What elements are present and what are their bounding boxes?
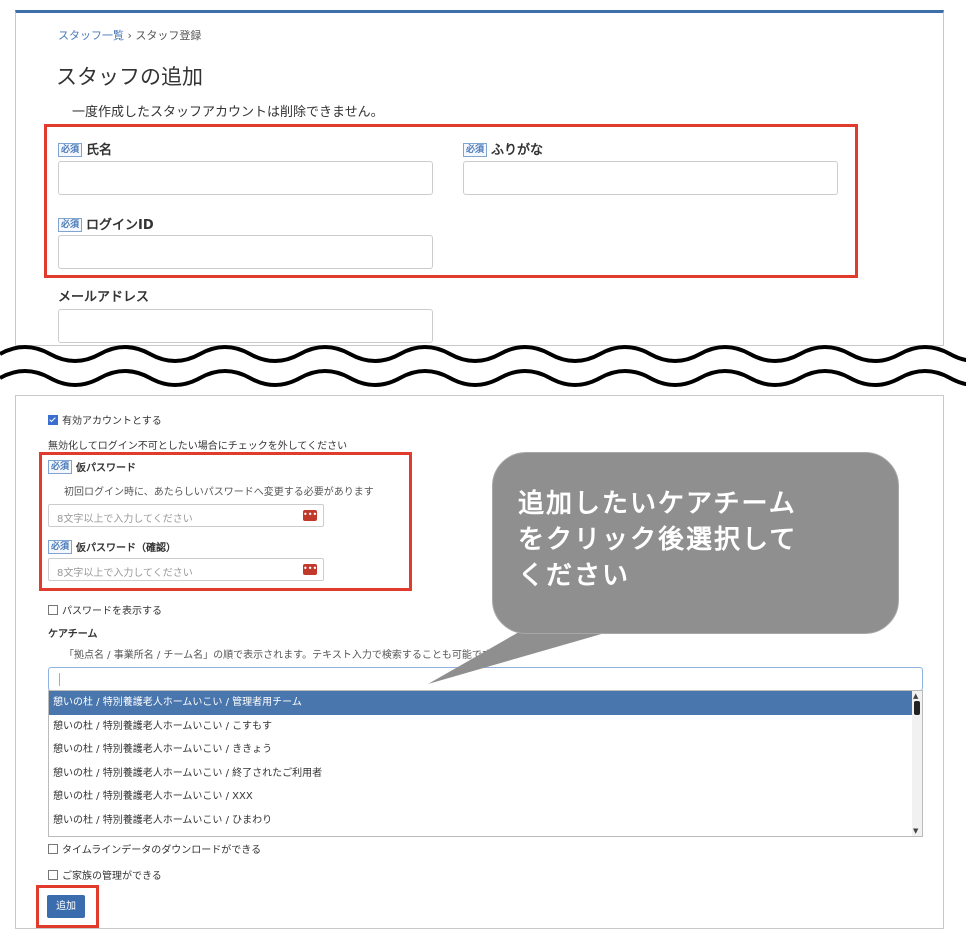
breadcrumb-separator: › bbox=[127, 29, 132, 42]
page-title: スタッフの追加 bbox=[56, 65, 203, 89]
timeline-download-checkbox-row[interactable]: タイムラインデータのダウンロードができる bbox=[48, 841, 261, 856]
scrollbar-thumb[interactable] bbox=[914, 701, 920, 715]
timeline-download-label: タイムラインデータのダウンロードができる bbox=[62, 845, 262, 856]
care-team-option[interactable]: 憩いの杜 / 特別養護老人ホームいこい / XXX bbox=[49, 785, 922, 809]
care-team-option[interactable]: 憩いの杜 / 特別養護老人ホームいこい / ききょう bbox=[49, 738, 922, 762]
family-manage-checkbox-row[interactable]: ご家族の管理ができる bbox=[48, 867, 162, 882]
active-account-checkbox[interactable] bbox=[48, 415, 58, 425]
care-team-option[interactable]: 憩いの杜 / 特別養護老人ホームいこい / 終了されたご利用者 bbox=[49, 762, 922, 786]
wave-separator bbox=[0, 345, 966, 387]
password-fields-highlight bbox=[39, 452, 412, 591]
show-password-label: パスワードを表示する bbox=[62, 606, 162, 617]
breadcrumb-link-staff-list[interactable]: スタッフ一覧 bbox=[58, 29, 124, 42]
delete-warning-note: 一度作成したスタッフアカウントは削除できません。 bbox=[72, 105, 384, 120]
breadcrumb: スタッフ一覧 › スタッフ登録 bbox=[58, 27, 201, 43]
dropdown-scrollbar[interactable]: ▲ ▼ bbox=[912, 691, 922, 836]
show-password-checkbox[interactable] bbox=[48, 605, 58, 615]
breadcrumb-current: スタッフ登録 bbox=[135, 29, 202, 42]
text-cursor bbox=[59, 673, 60, 686]
add-button-highlight bbox=[36, 885, 99, 928]
care-team-option[interactable]: 憩いの杜 / 特別養護老人ホームいこい / こすもす bbox=[49, 715, 922, 739]
email-field-label: メールアドレス bbox=[58, 290, 150, 305]
care-team-option[interactable]: 憩いの杜 / 特別養護老人ホームいこい / 管理者用チーム bbox=[49, 691, 922, 715]
required-fields-highlight bbox=[44, 124, 858, 278]
active-account-checkbox-row[interactable]: 有効アカウントとする bbox=[48, 412, 162, 427]
show-password-checkbox-row[interactable]: パスワードを表示する bbox=[48, 602, 162, 617]
family-manage-label: ご家族の管理ができる bbox=[62, 871, 162, 882]
care-team-label: ケアチーム bbox=[48, 629, 98, 640]
active-account-label: 有効アカウントとする bbox=[62, 416, 162, 427]
timeline-download-checkbox[interactable] bbox=[48, 844, 58, 854]
care-team-option[interactable]: 憩いの杜 / 特別養護老人ホームいこい / ひまわり bbox=[49, 809, 922, 833]
active-account-help: 無効化してログイン不可としたい場合にチェックを外してください bbox=[48, 441, 348, 452]
scroll-down-arrow-icon[interactable]: ▼ bbox=[913, 827, 918, 835]
instruction-callout-text: 追加したいケアチーム をクリック後選択して ください bbox=[518, 489, 798, 591]
scroll-up-arrow-icon[interactable]: ▲ bbox=[913, 692, 918, 700]
family-manage-checkbox[interactable] bbox=[48, 870, 58, 880]
care-team-dropdown-list[interactable]: 憩いの杜 / 特別養護老人ホームいこい / 管理者用チーム 憩いの杜 / 特別養護… bbox=[48, 690, 923, 837]
